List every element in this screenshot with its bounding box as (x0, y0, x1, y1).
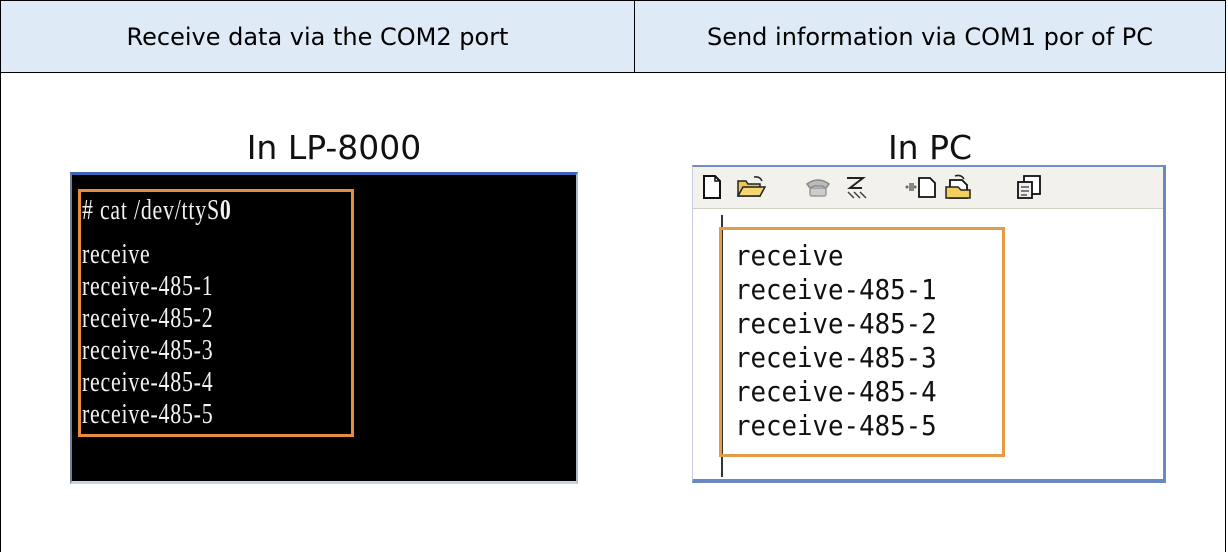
header-cell-receive: Receive data via the COM2 port (1, 1, 635, 72)
terminal-output-line: receive (82, 239, 151, 270)
terminal-output-line: receive-485-3 (82, 335, 214, 366)
properties-icon[interactable] (1015, 173, 1045, 201)
terminal-command-line: # cat /dev/ttyS0 (82, 195, 232, 227)
terminal-output-line: receive-485-2 (82, 303, 214, 334)
pc-title: In PC (887, 128, 973, 167)
terminal-output-line: receive-485-1 (82, 271, 214, 302)
new-document-icon[interactable] (701, 173, 723, 201)
lp8000-terminal-screenshot: # cat /dev/ttyS0 receive receive-485-1 r… (70, 172, 578, 484)
terminal-output-line: receive-485-4 (82, 367, 214, 398)
pc-terminal-window-screenshot: receive receive-485-1 receive-485-2 rece… (692, 165, 1166, 483)
disconnect-icon[interactable] (841, 173, 869, 201)
send-file-icon[interactable] (903, 173, 939, 201)
pc-output-line: receive-485-1 (735, 273, 937, 306)
terminal-output-line: receive-485-5 (82, 399, 214, 430)
pc-output-line: receive-485-2 (735, 307, 937, 340)
terminal-command-port-digit: 0 (219, 195, 232, 226)
table-header-row: Receive data via the COM2 port Send info… (1, 1, 1225, 73)
open-folder-icon[interactable] (735, 173, 767, 201)
pc-output-line: receive-485-3 (735, 341, 937, 374)
lp8000-title: In LP-8000 (246, 128, 422, 167)
terminal-command-prefix: # cat /dev/ttyS (82, 195, 220, 226)
pc-output-line: receive (735, 239, 844, 272)
pc-output-line: receive-485-5 (735, 409, 937, 442)
header-cell-send: Send information via COM1 por of PC (706, 22, 1154, 51)
pc-toolbar (693, 167, 1163, 209)
pc-output-line: receive-485-4 (735, 375, 937, 408)
phone-icon[interactable] (803, 173, 833, 201)
receive-file-icon[interactable] (943, 173, 975, 201)
